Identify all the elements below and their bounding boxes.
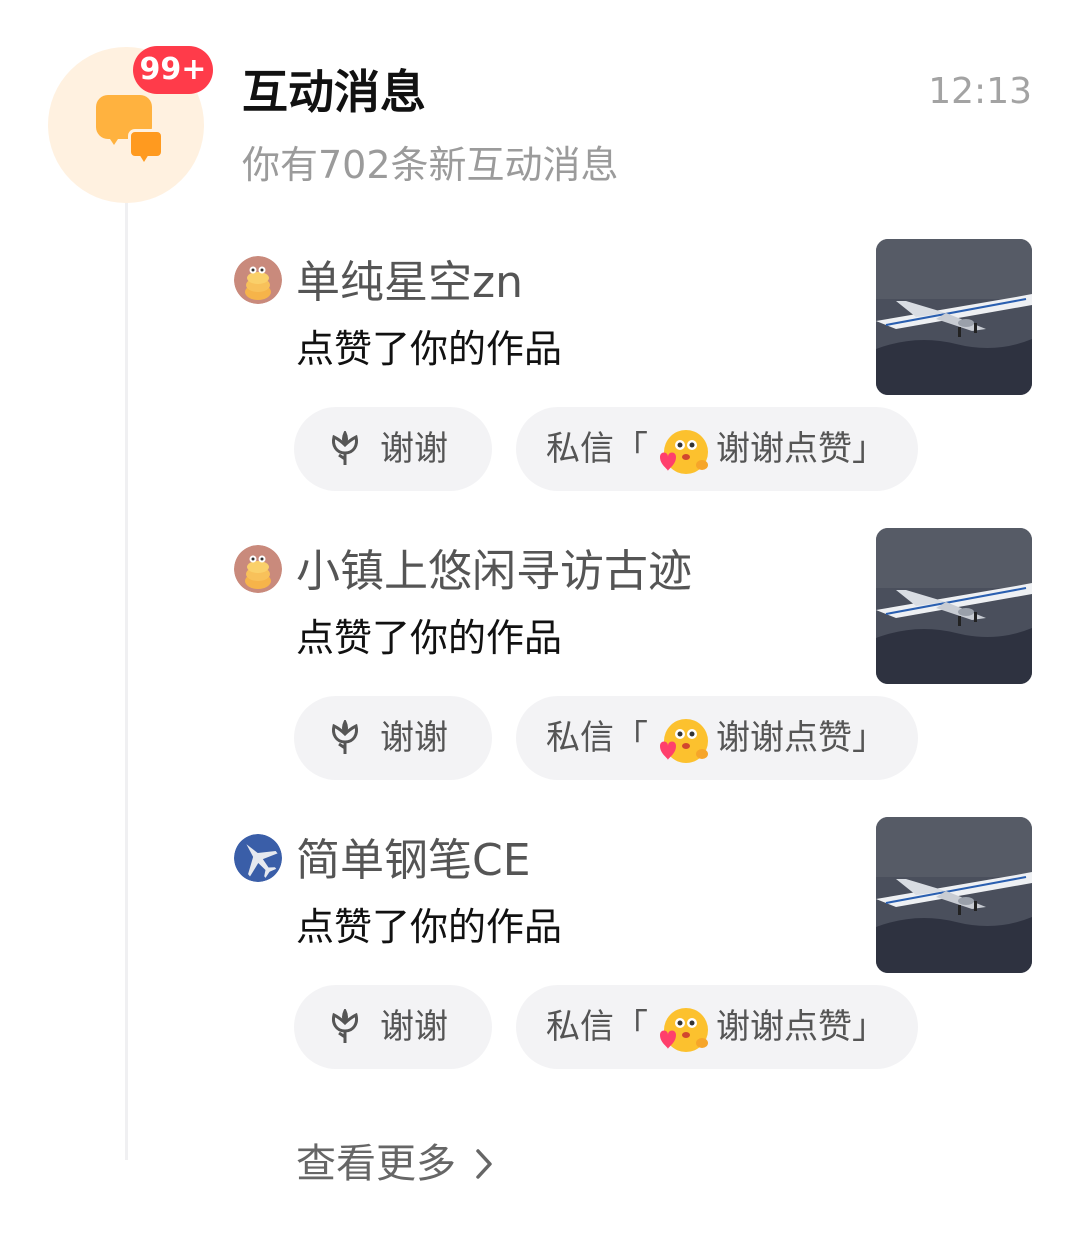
dm-thanks-button[interactable]: 私信「 谢谢点赞」 <box>516 985 918 1069</box>
flower-icon <box>332 720 358 754</box>
work-thumbnail[interactable] <box>876 817 1032 973</box>
view-more-link[interactable]: 查看更多 <box>296 1138 456 1190</box>
dm-prefix: 私信「 <box>546 718 648 758</box>
dm-prefix: 私信「 <box>546 1007 648 1047</box>
username[interactable]: 单纯星空zn <box>296 254 523 312</box>
thanks-button[interactable]: 谢谢 <box>294 407 492 491</box>
flower-icon <box>332 1009 358 1043</box>
list-item[interactable]: 小镇上悠闲寻访古迹 点赞了你的作品 谢谢 私信「 谢谢点赞」 <box>0 528 1080 798</box>
hug-emoji-icon <box>660 1008 708 1052</box>
username[interactable]: 简单钢笔CE <box>296 832 531 890</box>
action-text: 点赞了你的作品 <box>296 327 563 371</box>
avatar[interactable] <box>234 834 282 882</box>
hug-emoji-icon <box>660 719 708 763</box>
chevron-right-icon[interactable] <box>474 1147 494 1181</box>
dm-prefix: 私信「 <box>546 429 648 469</box>
avatar[interactable] <box>234 256 282 304</box>
avatar[interactable] <box>234 545 282 593</box>
timestamp: 12:13 <box>928 71 1032 112</box>
work-thumbnail[interactable] <box>876 528 1032 684</box>
dm-suffix: 谢谢点赞」 <box>716 429 886 469</box>
thanks-label: 谢谢 <box>380 1007 448 1047</box>
username[interactable]: 小镇上悠闲寻访古迹 <box>296 543 692 601</box>
action-text: 点赞了你的作品 <box>296 905 563 949</box>
thanks-label: 谢谢 <box>380 429 448 469</box>
thanks-button[interactable]: 谢谢 <box>294 985 492 1069</box>
list-item[interactable]: 简单钢笔CE 点赞了你的作品 谢谢 私信「 谢谢点赞」 <box>0 817 1080 1087</box>
dm-thanks-button[interactable]: 私信「 谢谢点赞」 <box>516 696 918 780</box>
dm-thanks-button[interactable]: 私信「 谢谢点赞」 <box>516 407 918 491</box>
dm-suffix: 谢谢点赞」 <box>716 718 886 758</box>
hug-emoji-icon <box>660 430 708 474</box>
list-item[interactable]: 单纯星空zn 点赞了你的作品 谢谢 私信「 谢谢点赞」 <box>0 239 1080 509</box>
dm-suffix: 谢谢点赞」 <box>716 1007 886 1047</box>
message-count-text: 你有702条新互动消息 <box>242 143 619 187</box>
flower-icon <box>332 431 358 465</box>
thanks-label: 谢谢 <box>380 718 448 758</box>
work-thumbnail[interactable] <box>876 239 1032 395</box>
action-text: 点赞了你的作品 <box>296 616 563 660</box>
thanks-button[interactable]: 谢谢 <box>294 696 492 780</box>
unread-badge: 99+ <box>133 46 213 94</box>
page-title: 互动消息 <box>242 65 426 119</box>
